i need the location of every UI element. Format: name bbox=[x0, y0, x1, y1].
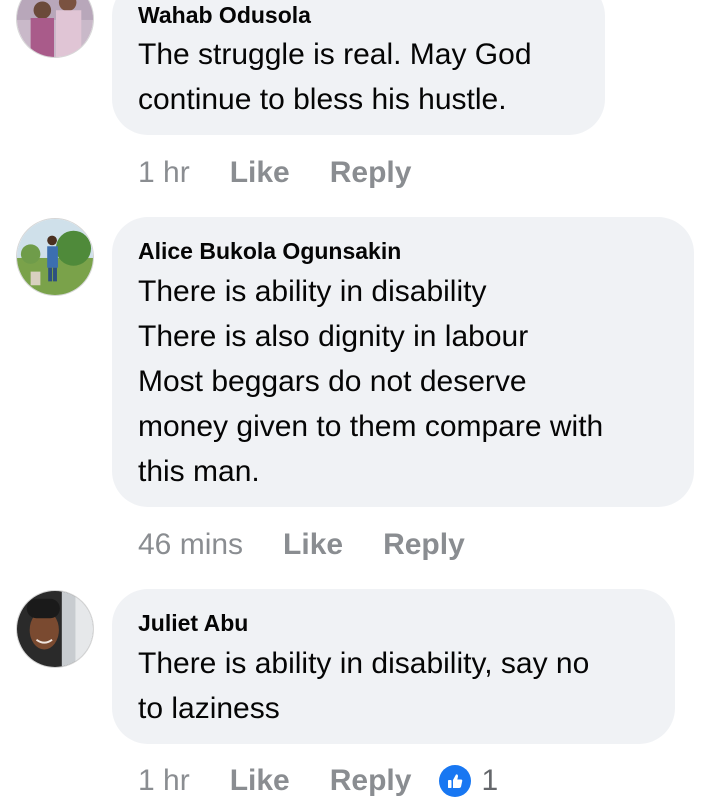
comment-bubble: Juliet Abu There is ability in disabilit… bbox=[112, 589, 675, 744]
comment-bubble: Wahab Odusola The struggle is real. May … bbox=[112, 0, 605, 135]
like-button[interactable]: Like bbox=[283, 527, 343, 563]
comment-timestamp[interactable]: 1 hr bbox=[138, 763, 190, 799]
comment-text: There is ability in disability, say no t… bbox=[138, 647, 590, 725]
comment-author[interactable]: Wahab Odusola bbox=[138, 1, 311, 29]
like-button[interactable]: Like bbox=[230, 155, 290, 191]
reply-button[interactable]: Reply bbox=[383, 527, 465, 563]
avatar-wahab-odusola[interactable] bbox=[16, 0, 94, 58]
avatar-juliet-abu[interactable] bbox=[16, 590, 94, 668]
comment-bubble: Alice Bukola Ogunsakin There is ability … bbox=[112, 217, 694, 507]
comment-meta: 46 mins Like Reply bbox=[138, 527, 465, 563]
reply-button[interactable]: Reply bbox=[330, 763, 412, 799]
comment-timestamp[interactable]: 46 mins bbox=[138, 527, 243, 563]
comment-meta: 1 hr Like Reply 1 bbox=[138, 763, 498, 799]
comment-text: There is ability in disability There is … bbox=[138, 275, 604, 488]
comment-timestamp[interactable]: 1 hr bbox=[138, 155, 190, 191]
comment-text: The struggle is real. May God continue t… bbox=[138, 38, 532, 116]
like-button[interactable]: Like bbox=[230, 763, 290, 799]
reaction-count[interactable]: 1 bbox=[481, 763, 498, 799]
comment-author[interactable]: Alice Bukola Ogunsakin bbox=[138, 237, 401, 265]
comment-meta: 1 hr Like Reply bbox=[138, 155, 411, 191]
like-thumb-icon[interactable] bbox=[439, 765, 472, 797]
reply-button[interactable]: Reply bbox=[330, 155, 412, 191]
comment-author[interactable]: Juliet Abu bbox=[138, 609, 248, 637]
avatar-alice-bukola-ogunsakin[interactable] bbox=[16, 218, 94, 296]
